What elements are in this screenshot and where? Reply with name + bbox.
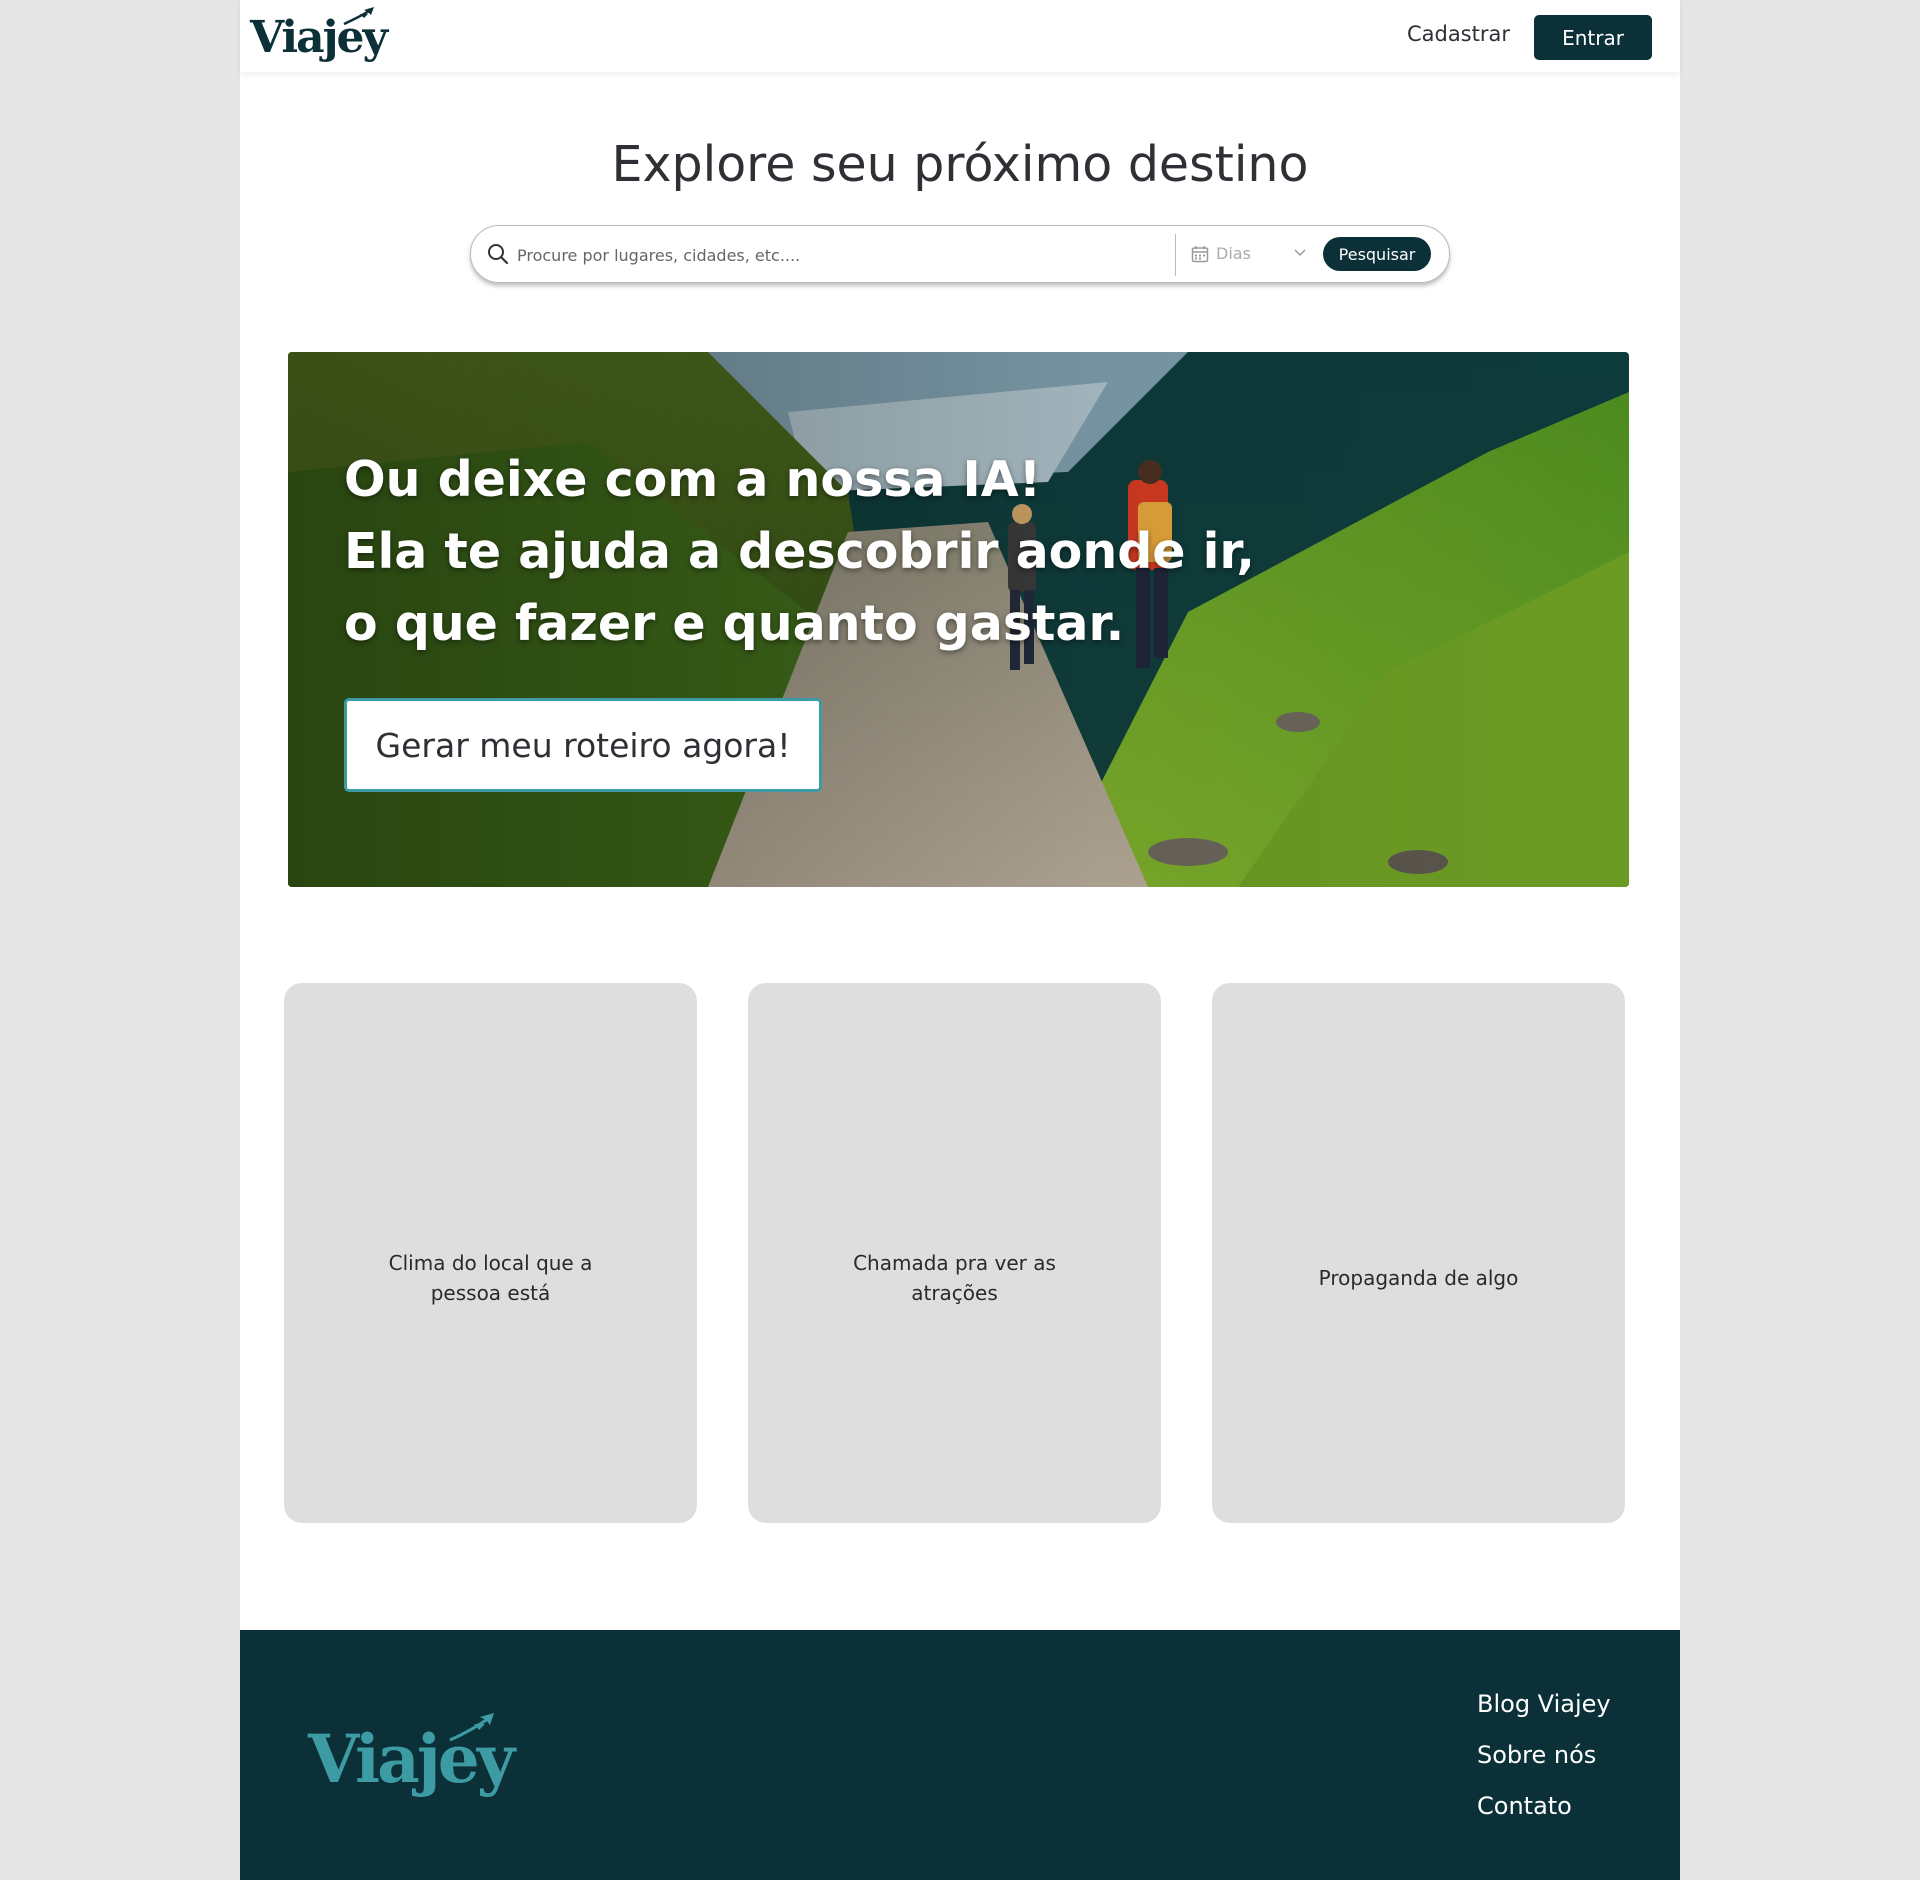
chevron-down-icon[interactable]	[1293, 248, 1307, 258]
ai-banner: Ou deixe com a nossa IA! Ela te ajuda a …	[288, 352, 1629, 887]
signup-button[interactable]: Cadastrar	[1407, 22, 1510, 46]
search-button[interactable]: Pesquisar	[1323, 237, 1431, 271]
banner-headline: Ou deixe com a nossa IA! Ela te ajuda a …	[344, 444, 1255, 660]
footer-link-about[interactable]: Sobre nós	[1477, 1741, 1611, 1769]
footer-logo[interactable]: Viajey	[308, 1712, 515, 1812]
calendar-icon	[1191, 246, 1209, 263]
card-text: Chamada pra ver as atrações	[853, 1251, 1056, 1305]
login-button[interactable]: Entrar	[1534, 15, 1652, 60]
generate-itinerary-button[interactable]: Gerar meu roteiro agora!	[344, 698, 822, 792]
card-text: Propaganda de algo	[1318, 1266, 1519, 1290]
ad-card[interactable]: Propaganda de algo	[1212, 983, 1625, 1523]
footer: Viajey Blog Viajey Sobre nós Contato	[240, 1630, 1680, 1880]
banner-line: Ou deixe com a nossa IA!	[344, 451, 1042, 508]
search-input[interactable]	[517, 238, 1157, 272]
logo[interactable]: Viajey	[250, 6, 388, 66]
attractions-card[interactable]: Chamada pra ver as atrações	[748, 983, 1161, 1523]
footer-links: Blog Viajey Sobre nós Contato	[1477, 1690, 1611, 1843]
search-divider	[1175, 234, 1176, 276]
card-text: Clima do local que a pessoa está	[388, 1251, 593, 1305]
search-bar: Dias Pesquisar	[470, 225, 1450, 283]
footer-link-blog[interactable]: Blog Viajey	[1477, 1690, 1611, 1718]
footer-link-contact[interactable]: Contato	[1477, 1792, 1611, 1820]
search-icon	[488, 244, 509, 265]
weather-card[interactable]: Clima do local que a pessoa está	[284, 983, 697, 1523]
page-title: Explore seu próximo destino	[611, 136, 1309, 193]
plane-icon	[343, 7, 374, 26]
plane-icon	[449, 1713, 494, 1742]
page: Viajey Cadastrar Entrar Explore seu próx…	[240, 0, 1680, 1880]
banner-line: Ela te ajuda a descobrir aonde ir,	[344, 523, 1255, 580]
top-nav: Viajey Cadastrar Entrar	[240, 0, 1680, 72]
banner-line: o que fazer e quanto gastar.	[344, 595, 1125, 652]
